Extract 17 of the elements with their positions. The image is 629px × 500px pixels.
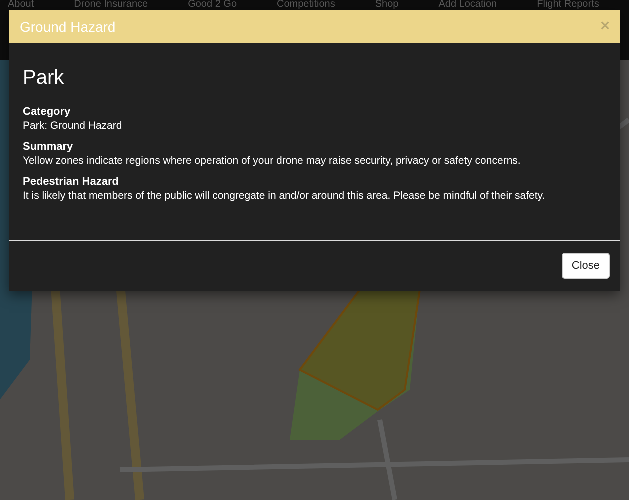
nav-link[interactable]: Competitions [277,0,336,10]
section-text: It is likely that members of the public will congregate in and/or around this area. Please be mindful of their safety. [23,190,546,202]
section-text: Park: Ground Hazard [23,120,124,132]
nav-link[interactable]: Drone Insurance [74,0,148,10]
section-heading: Pedestrian Hazard [23,176,120,188]
nav-link[interactable]: About [8,0,34,10]
nav-link[interactable]: Shop [375,0,399,10]
section-heading: Category [23,106,72,118]
close-button[interactable]: × [600,18,610,36]
nav-link[interactable]: Add Location [438,0,498,10]
modal-header-title: Ground Hazard [20,18,116,34]
close-button[interactable]: Close [562,253,610,279]
nav-link[interactable]: Good 2 Go [188,0,237,10]
nav-link[interactable]: Flight Reports [537,0,600,10]
section-text: Yellow zones indicate regions where operation of your drone may raise security, privacy or safety concerns. [23,155,522,167]
modal-title: Park [23,67,66,90]
section-heading: Summary [23,141,74,153]
